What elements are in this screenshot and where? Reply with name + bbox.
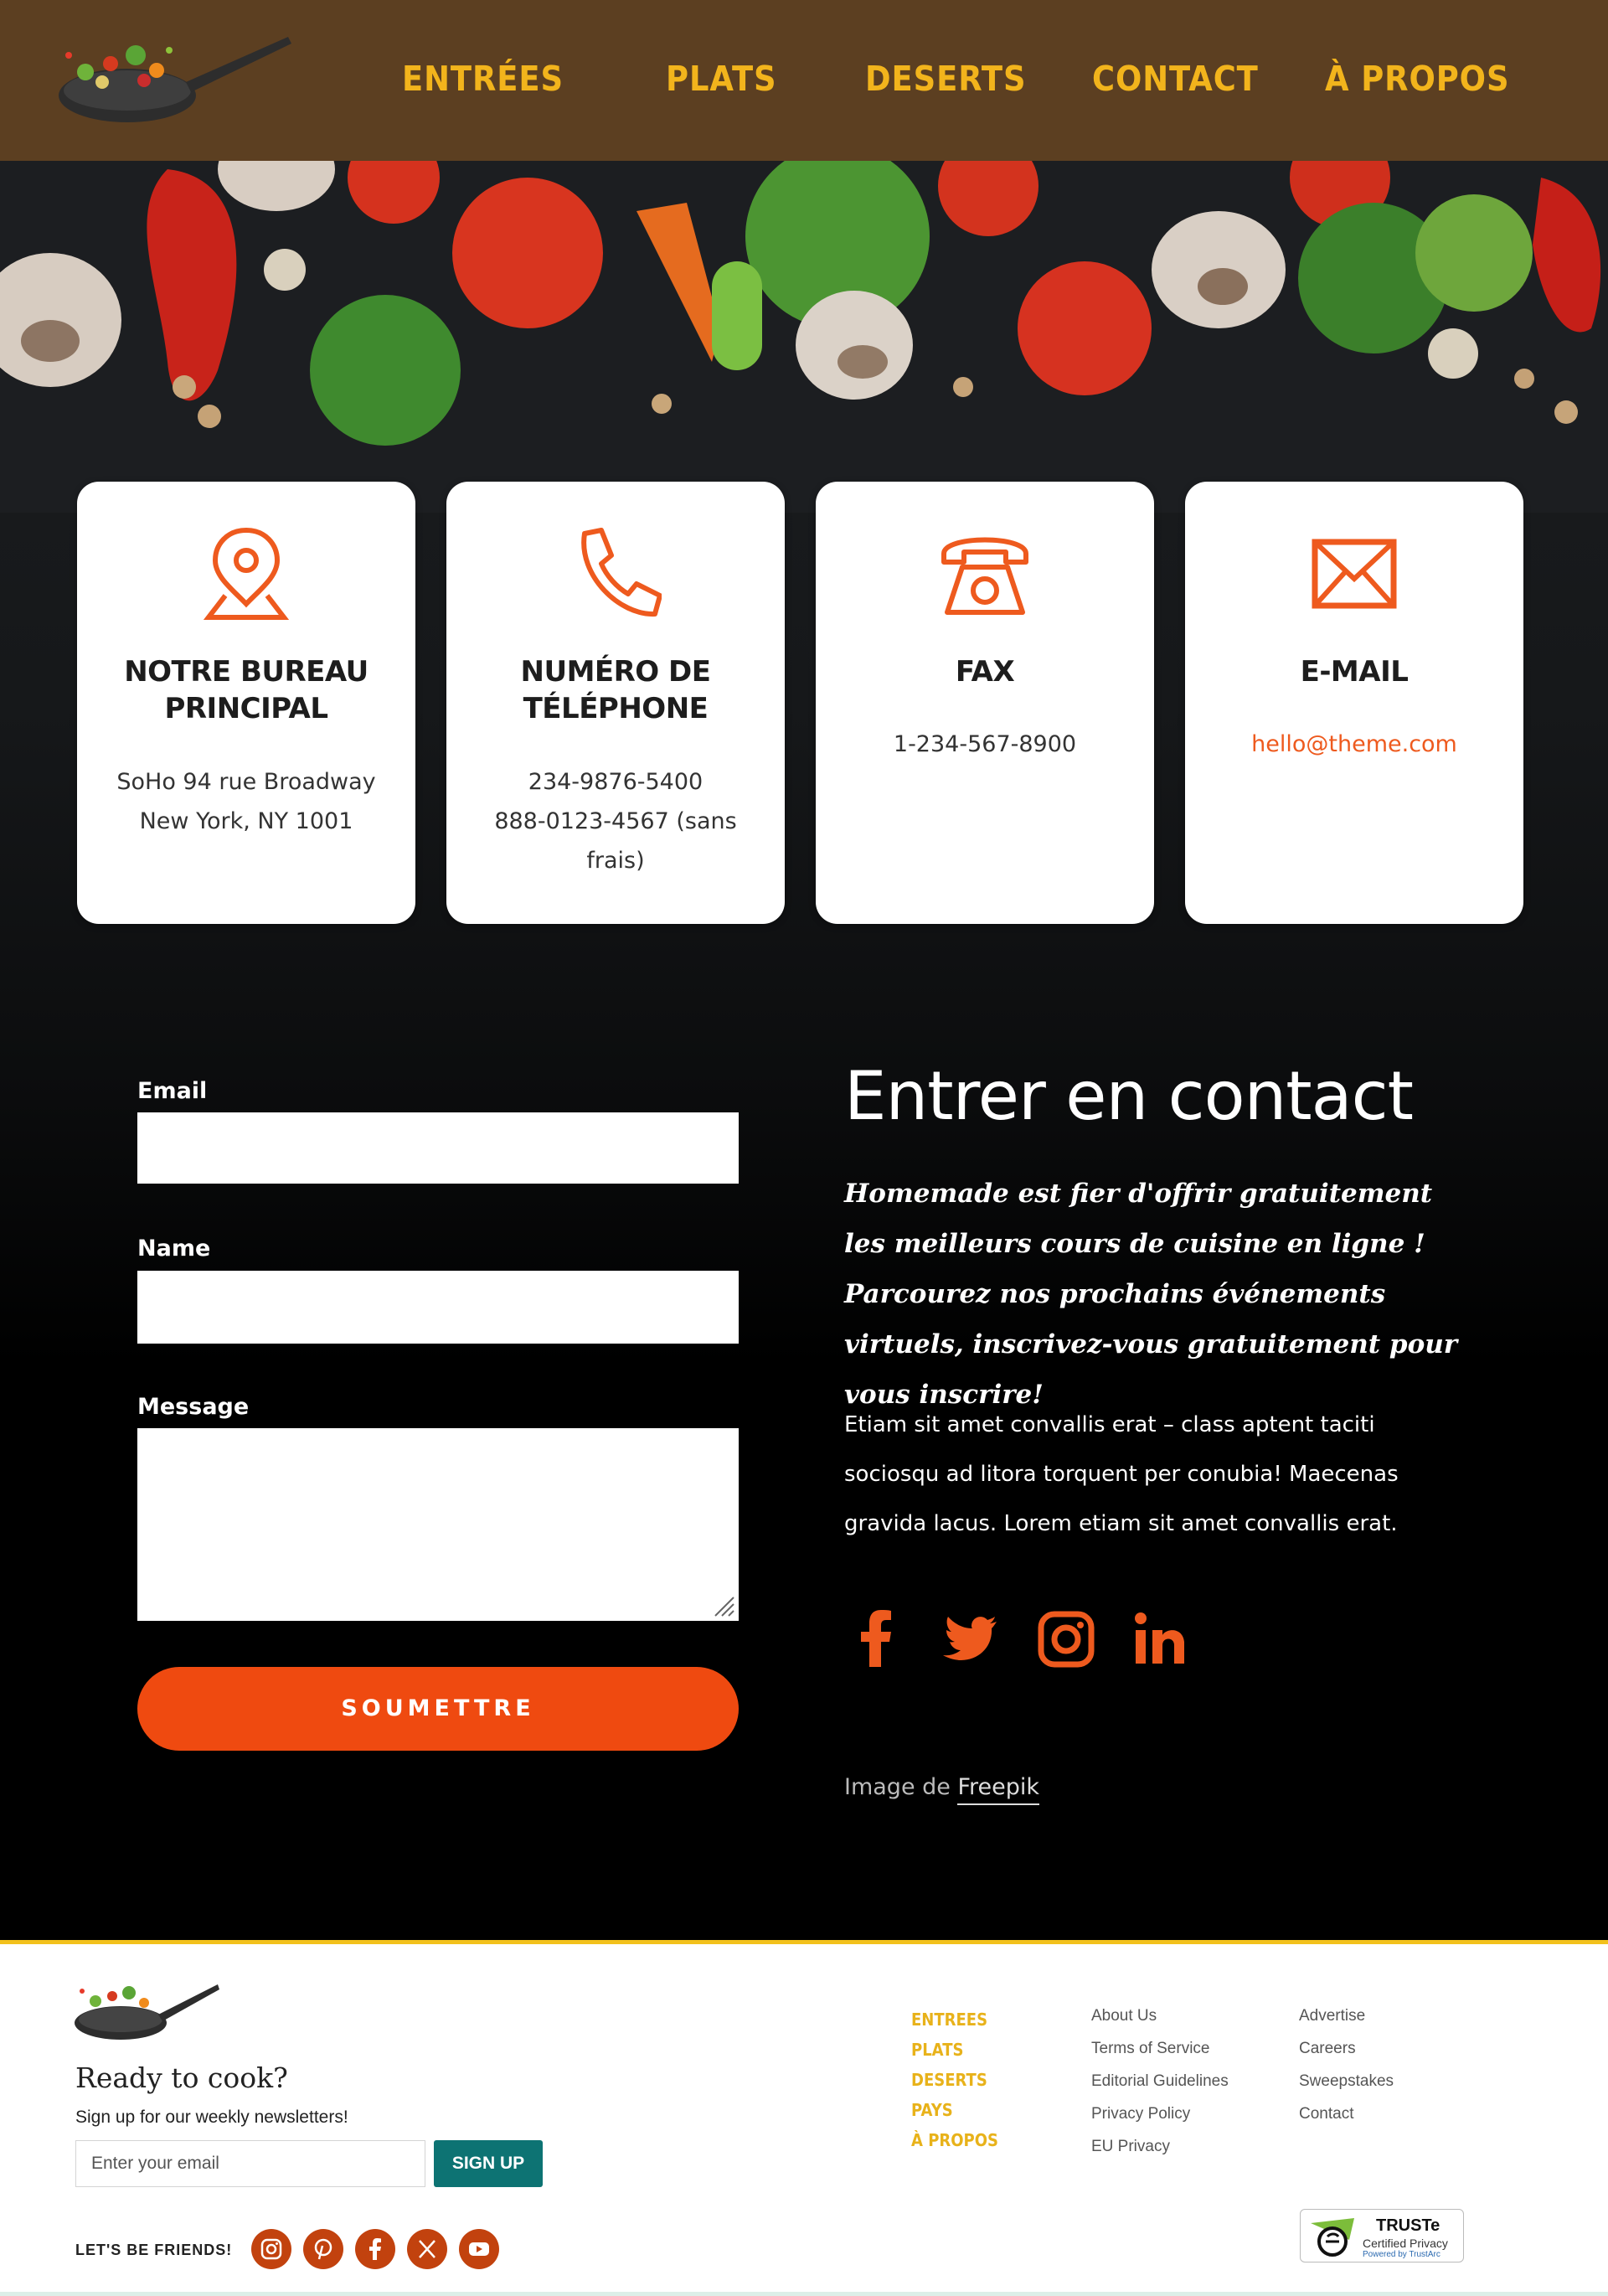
bottom-strip (0, 2292, 1608, 2296)
nav-item-plats[interactable]: PLATS (666, 59, 776, 99)
vegetables-image (0, 161, 1608, 513)
card-head-office: NOTRE BUREAU PRINCIPAL SoHo 94 rue Broad… (77, 482, 415, 924)
resize-handle-icon[interactable] (710, 1592, 735, 1618)
message-label: Message (137, 1394, 250, 1420)
footer-link-privacy[interactable]: Privacy Policy (1091, 2097, 1229, 2130)
newsletter-subtitle: Sign up for our weekly newsletters! (75, 2108, 348, 2127)
contact-title: Entrer en contact (844, 1057, 1414, 1135)
twitter-icon[interactable] (940, 1610, 998, 1669)
truste-title: TRUSTe (1376, 2216, 1440, 2235)
footer-link-eu-privacy[interactable]: EU Privacy (1091, 2130, 1229, 2163)
footer-facebook-button[interactable] (355, 2229, 395, 2269)
footer-link-sweepstakes[interactable]: Sweepstakes (1299, 2065, 1394, 2097)
phone-number: 234-9876-5400 (528, 769, 704, 795)
footer-nav-deserts[interactable]: DESERTS (911, 2065, 998, 2095)
footer-logo-pan-icon[interactable] (70, 1979, 221, 2046)
envelope-icon (1312, 539, 1397, 609)
phone-icon (581, 528, 662, 617)
address-line: New York, NY 1001 (139, 808, 353, 834)
footer-link-terms[interactable]: Terms of Service (1091, 2032, 1229, 2065)
nav-item-entrees[interactable]: ENTRÉES (402, 59, 564, 99)
nav-item-a-propos[interactable]: À PROPOS (1325, 59, 1509, 99)
name-label: Name (137, 1236, 211, 1262)
footer-x-button[interactable] (407, 2229, 447, 2269)
contact-body: Etiam sit amet convallis erat – class ap… (844, 1412, 1399, 1536)
footer-link-contact[interactable]: Contact (1299, 2097, 1394, 2130)
footer-nav-plats[interactable]: PLATS (911, 2035, 998, 2065)
footer-link-editorial[interactable]: Editorial Guidelines (1091, 2065, 1229, 2097)
submit-button[interactable]: SOUMETTRE (137, 1667, 739, 1751)
x-icon (419, 2240, 436, 2258)
footer-nav-entrees[interactable]: ENTREES (911, 2004, 998, 2035)
nav-item-contact[interactable]: CONTACT (1092, 59, 1259, 99)
footer-pinterest-button[interactable] (303, 2229, 343, 2269)
fax-number: 1-234-567-8900 (893, 731, 1077, 757)
telephone-fax-icon (941, 537, 1028, 615)
card-email: E-MAIL hello@theme.com (1185, 482, 1523, 924)
card-title: E-MAIL (1300, 655, 1409, 689)
card-title: NUMÉRO DE TÉLÉPHONE (520, 655, 712, 725)
footer-nav: ENTREES PLATS DESERTS PAYS À PROPOS (911, 2004, 1008, 2155)
footer-instagram-button[interactable] (251, 2229, 291, 2269)
email-label: Email (137, 1078, 208, 1104)
footer-links-col1: About Us Terms of Service Editorial Guid… (1091, 1999, 1229, 2163)
email-field[interactable] (137, 1112, 739, 1184)
card-title: FAX (955, 655, 1015, 689)
card-fax: FAX 1-234-567-8900 (816, 482, 1154, 924)
youtube-icon (469, 2242, 489, 2256)
truste-seal-icon (1311, 2218, 1354, 2257)
friends-label: LET'S BE FRIENDS! (75, 2242, 233, 2258)
footer-link-about[interactable]: About Us (1091, 1999, 1229, 2032)
address-line: SoHo 94 rue Broadway (116, 769, 376, 795)
newsletter-email-input[interactable]: Enter your email (75, 2140, 425, 2187)
site-header: ENTRÉES PLATS DESERTS CONTACT À PROPOS (0, 0, 1608, 161)
image-credit: Image de Freepik (844, 1774, 1040, 1805)
pinterest-icon (314, 2238, 332, 2260)
message-textarea[interactable] (137, 1428, 739, 1621)
instagram-icon (260, 2238, 282, 2260)
facebook-icon[interactable] (848, 1610, 906, 1669)
footer-youtube-button[interactable] (459, 2229, 499, 2269)
signup-button[interactable]: SIGN UP (434, 2140, 543, 2187)
footer-link-advertise[interactable]: Advertise (1299, 1999, 1394, 2032)
footer-link-careers[interactable]: Careers (1299, 2032, 1394, 2065)
credit-prefix: Image de (844, 1774, 958, 1800)
main-nav: ENTRÉES PLATS DESERTS CONTACT À PROPOS (0, 59, 1608, 109)
site-footer: Ready to cook? Sign up for our weekly ne… (0, 1940, 1608, 2296)
name-field[interactable] (137, 1271, 739, 1344)
freepik-link[interactable]: Freepik (957, 1774, 1040, 1805)
card-title: NOTRE BUREAU PRINCIPAL (124, 655, 368, 725)
contact-lead: Homemade est fier d'offrir gratuitement … (844, 1179, 1458, 1410)
footer-links-col2: Advertise Careers Sweepstakes Contact (1299, 1999, 1394, 2130)
footer-nav-a-propos[interactable]: À PROPOS (911, 2125, 998, 2155)
phone-number: 888-0123-4567 (sans frais) (494, 808, 737, 874)
nav-item-deserts[interactable]: DESERTS (865, 59, 1026, 99)
linkedin-icon[interactable] (1131, 1610, 1189, 1669)
truste-subtitle: Certified Privacy (1363, 2237, 1448, 2250)
truste-badge[interactable]: TRUSTe Certified Privacy Powered by Trus… (1300, 2209, 1464, 2262)
email-link[interactable]: hello@theme.com (1219, 725, 1490, 764)
location-pin-icon (203, 527, 290, 620)
instagram-icon[interactable] (1037, 1610, 1095, 1669)
card-phone: NUMÉRO DE TÉLÉPHONE 234-9876-5400 888-01… (446, 482, 785, 924)
truste-powered: Powered by TrustArc (1363, 2250, 1440, 2259)
footer-nav-pays[interactable]: PAYS (911, 2095, 998, 2125)
facebook-icon (369, 2238, 381, 2260)
ready-heading: Ready to cook? (75, 2061, 288, 2094)
